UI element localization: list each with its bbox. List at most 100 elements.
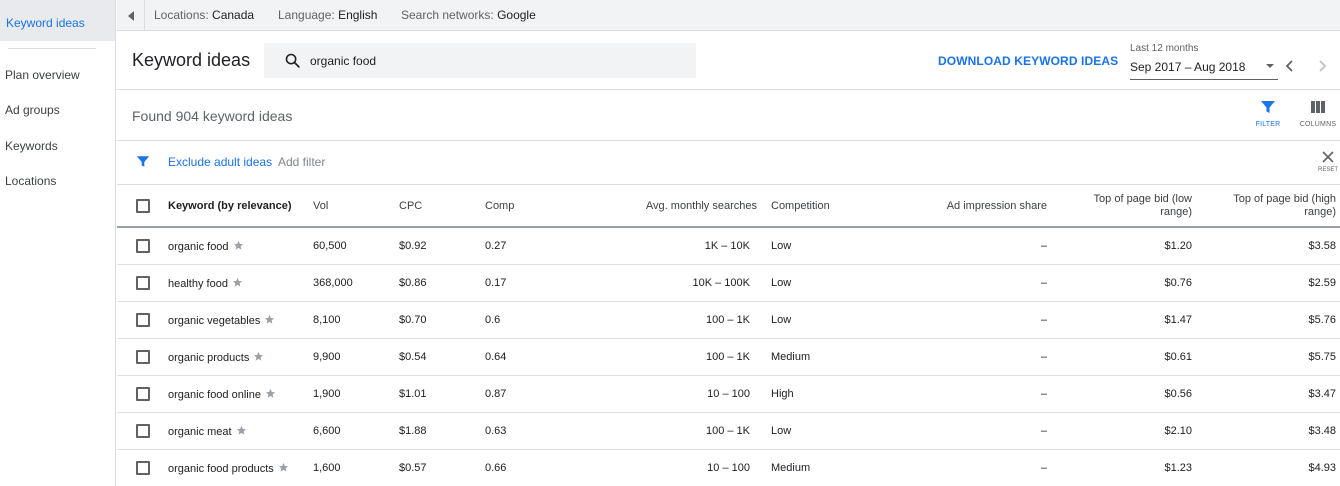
star-icon[interactable] — [232, 277, 243, 288]
column-header-competition[interactable]: Competition — [771, 200, 830, 212]
column-header-bid-low[interactable]: Top of page bid (low range) — [1094, 193, 1192, 219]
columns-icon — [1311, 101, 1325, 113]
avg-monthly-searches-cell: 100 – 1K — [705, 425, 750, 437]
table-row: organic food 60,500 $0.92 0.27 1K – 10K … — [117, 228, 1340, 265]
filter-button[interactable]: FILTER — [1253, 99, 1283, 128]
locations-setting[interactable]: Locations: Canada — [154, 8, 254, 22]
table-row: organic products 9,900 $0.54 0.64 100 – … — [117, 339, 1340, 376]
reset-label: RESET — [1317, 167, 1338, 173]
bid-high-cell: $3.58 — [1308, 240, 1336, 252]
ad-impression-share-cell: – — [1040, 240, 1047, 252]
vol-cell: 60,500 — [313, 240, 347, 252]
date-range-select[interactable]: Sep 2017 – Aug 2018 — [1130, 56, 1278, 80]
row-checkbox[interactable] — [136, 313, 150, 327]
found-count-text: Found 904 keyword ideas — [132, 108, 293, 124]
column-header-vol[interactable]: Vol — [313, 200, 328, 212]
avg-monthly-searches-cell: 10 – 100 — [707, 462, 750, 474]
competition-cell: Low — [771, 240, 792, 252]
sidebar: Keyword ideas Plan overview Ad groups Ke… — [0, 0, 116, 486]
bid-low-cell: $0.76 — [1164, 277, 1192, 289]
sidebar-item-ad-groups[interactable]: Ad groups — [5, 103, 60, 117]
table-row: healthy food 368,000 $0.86 0.17 10K – 10… — [117, 265, 1340, 302]
bid-high-cell: $2.59 — [1308, 277, 1336, 289]
column-header-cpc[interactable]: CPC — [399, 200, 422, 212]
chevron-right-icon[interactable] — [1315, 59, 1329, 73]
sidebar-item-plan-overview[interactable]: Plan overview — [5, 68, 80, 82]
sidebar-item-keyword-ideas[interactable]: Keyword ideas — [0, 0, 115, 41]
competition-cell: Low — [771, 425, 792, 437]
competition-cell: Low — [771, 314, 792, 326]
bid-high-cell: $4.93 — [1308, 462, 1336, 474]
keyword-cell: organic food online — [168, 388, 276, 401]
avg-monthly-searches-cell: 1K – 10K — [704, 240, 750, 252]
close-icon — [1322, 151, 1334, 163]
download-keyword-ideas-button[interactable]: DOWNLOAD KEYWORD IDEAS — [938, 54, 1118, 68]
star-icon[interactable] — [278, 462, 289, 473]
language-setting[interactable]: Language: English — [278, 8, 377, 22]
row-checkbox[interactable] — [136, 350, 150, 364]
cpc-cell: $0.86 — [399, 277, 427, 289]
star-icon[interactable] — [236, 425, 247, 436]
star-icon[interactable] — [233, 240, 244, 251]
locations-value: Canada — [212, 8, 255, 22]
row-checkbox[interactable] — [136, 387, 150, 401]
bid-low-cell: $0.56 — [1164, 388, 1192, 400]
keyword-search-box[interactable]: organic food — [264, 43, 696, 78]
cpc-cell: $0.70 — [399, 314, 427, 326]
columns-button[interactable]: COLUMNS — [1298, 99, 1338, 128]
search-networks-label: Search networks: — [401, 8, 494, 22]
exclude-adult-ideas-filter[interactable]: Exclude adult ideas — [168, 155, 272, 169]
keyword-ideas-table: Keyword (by relevance) Vol CPC Comp Avg.… — [117, 185, 1340, 486]
comp-cell: 0.17 — [485, 277, 507, 289]
column-header-comp[interactable]: Comp — [485, 200, 514, 212]
row-checkbox[interactable] — [136, 424, 150, 438]
collapse-sidebar-button[interactable] — [117, 0, 145, 31]
keyword-cell: healthy food — [168, 277, 243, 290]
avg-monthly-searches-cell: 100 – 1K — [705, 314, 750, 326]
star-icon[interactable] — [264, 314, 275, 325]
comp-cell: 0.66 — [485, 462, 507, 474]
search-networks-setting[interactable]: Search networks: Google — [401, 8, 536, 22]
sidebar-item-keywords[interactable]: Keywords — [5, 139, 58, 153]
filter-icon — [1261, 101, 1275, 113]
row-checkbox[interactable] — [136, 276, 150, 290]
column-header-avg-monthly-searches[interactable]: Avg. monthly searches — [646, 200, 757, 212]
avg-monthly-searches-cell: 100 – 1K — [705, 351, 750, 363]
bid-high-cell: $3.47 — [1308, 388, 1336, 400]
comp-cell: 0.64 — [485, 351, 507, 363]
column-header-ad-impression-share[interactable]: Ad impression share — [947, 200, 1047, 212]
comp-cell: 0.63 — [485, 425, 507, 437]
bid-high-cell: $5.76 — [1308, 314, 1336, 326]
page-title: Keyword ideas — [132, 50, 251, 70]
comp-cell: 0.27 — [485, 240, 507, 252]
column-header-bid-high[interactable]: Top of page bid (high range) — [1233, 193, 1336, 219]
add-filter-button[interactable]: Add filter — [278, 155, 325, 169]
vol-cell: 1,900 — [313, 388, 341, 400]
keyword-text: organic products — [168, 352, 250, 364]
bid-high-cell: $5.75 — [1308, 351, 1336, 363]
divider — [117, 140, 1340, 141]
bid-low-header-line2: range) — [1160, 206, 1192, 218]
row-checkbox[interactable] — [136, 461, 150, 475]
table-row: organic meat 6,600 $1.88 0.63 100 – 1K L… — [117, 413, 1340, 450]
date-range-value: Sep 2017 – Aug 2018 — [1130, 60, 1246, 74]
search-icon — [285, 53, 300, 68]
locations-label: Locations: — [154, 8, 209, 22]
search-input[interactable]: organic food — [310, 54, 376, 68]
row-checkbox[interactable] — [136, 239, 150, 253]
ad-impression-share-cell: – — [1040, 277, 1047, 289]
chevron-left-icon — [127, 10, 134, 21]
reset-button[interactable]: RESET — [1316, 150, 1340, 173]
star-icon[interactable] — [265, 388, 276, 399]
vol-cell: 8,100 — [313, 314, 341, 326]
keyword-text: organic food — [168, 241, 229, 253]
comp-cell: 0.87 — [485, 388, 507, 400]
chevron-left-icon[interactable] — [1283, 59, 1297, 73]
star-icon[interactable] — [253, 351, 264, 362]
column-header-keyword[interactable]: Keyword (by relevance) — [168, 200, 292, 212]
sidebar-item-locations[interactable]: Locations — [5, 174, 56, 188]
language-value: English — [338, 8, 378, 22]
filter-icon — [136, 156, 150, 167]
select-all-checkbox[interactable] — [136, 199, 150, 213]
table-row: organic food online 1,900 $1.01 0.87 10 … — [117, 376, 1340, 413]
